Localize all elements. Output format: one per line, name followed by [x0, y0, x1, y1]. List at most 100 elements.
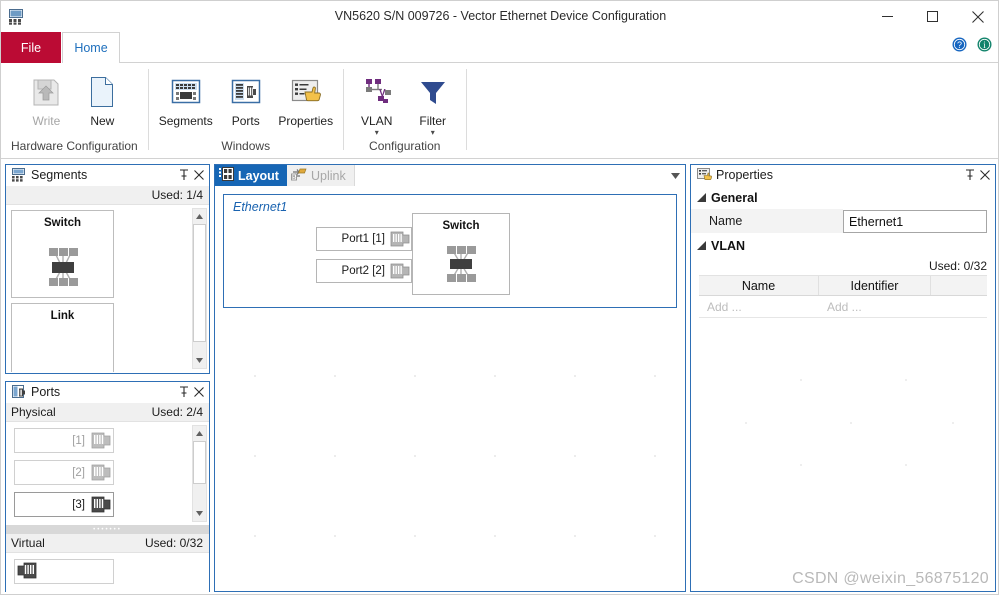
ports-button[interactable]: Ports	[219, 69, 273, 128]
ports-scroll-down-button[interactable]	[193, 506, 206, 521]
info-icon[interactable]: i	[977, 37, 992, 57]
properties-close-button[interactable]	[977, 167, 992, 183]
ports-close-button[interactable]	[191, 384, 206, 400]
ribbon-body: Write New Hardware Configuration Segment…	[1, 63, 998, 159]
vlan-dropdown-caret[interactable]: ▾	[375, 129, 379, 137]
ports-physical-header: Physical Used: 2/4	[6, 403, 209, 422]
ribbon-group-configuration: V VLAN ▾ Filter ▾ Configuration	[344, 63, 466, 158]
tab-layout[interactable]: Layout	[215, 165, 287, 186]
uplink-icon: B	[290, 167, 307, 184]
segments-icon	[170, 72, 202, 112]
segments-panel: Segments Used: 1/4 Switch Link	[5, 164, 210, 374]
segments-icon	[11, 168, 28, 183]
port-item-label: [3]	[72, 498, 85, 511]
port-item[interactable]: [3]	[14, 492, 114, 517]
layout-canvas[interactable]: Ethernet1 Port1 [1] Port2 [2] Switch	[215, 186, 685, 591]
vlan-column-name[interactable]: Name	[699, 276, 819, 295]
ports-scroll-thumb[interactable]	[193, 441, 206, 484]
layout-port-label: Port2 [2]	[341, 265, 385, 277]
port-item-label: [2]	[72, 466, 85, 479]
tab-uplink[interactable]: B Uplink	[286, 165, 355, 186]
maximize-button[interactable]	[910, 1, 955, 32]
segments-scroll-thumb[interactable]	[193, 224, 206, 342]
ports-icon	[230, 72, 262, 112]
write-save-icon	[31, 72, 61, 112]
segments-button[interactable]: Segments	[155, 69, 217, 128]
close-button[interactable]	[955, 1, 998, 32]
link-icon	[12, 370, 113, 372]
ports-icon	[11, 385, 28, 400]
layout-grid-icon	[219, 167, 234, 184]
ports-scrollbar[interactable]	[192, 425, 207, 522]
segments-list: Switch Link	[6, 205, 209, 372]
vlan-column-identifier[interactable]: Identifier	[819, 276, 931, 295]
layout-port-1[interactable]: Port1 [1]	[316, 227, 412, 251]
new-button[interactable]: New	[75, 69, 129, 128]
name-input[interactable]: Ethernet1	[843, 210, 987, 233]
ports-virtual-label: Virtual	[11, 536, 45, 550]
port-item[interactable]: [2]	[14, 460, 114, 485]
port-item[interactable]: [1]	[14, 428, 114, 453]
filter-button[interactable]: Filter ▾	[406, 69, 460, 137]
title-bar: VN5620 S/N 009726 - Vector Ethernet Devi…	[1, 1, 998, 32]
layout-switch-title: Switch	[442, 220, 480, 232]
layout-port-label: Port1 [1]	[341, 233, 385, 245]
window-title: VN5620 S/N 009726 - Vector Ethernet Devi…	[334, 9, 667, 23]
segments-used-label: Used: 1/4	[151, 188, 203, 202]
segment-template-link[interactable]: Link	[11, 303, 114, 372]
ports-scroll-track[interactable]	[193, 484, 206, 506]
tab-file-label: File	[20, 40, 42, 55]
ports-pin-button[interactable]	[176, 384, 191, 400]
segments-scroll-track[interactable]	[193, 342, 206, 353]
segments-close-button[interactable]	[191, 167, 206, 183]
expander-icon[interactable]	[697, 193, 711, 202]
ports-virtual-header: Virtual Used: 0/32	[6, 534, 209, 553]
properties-pin-button[interactable]	[962, 167, 977, 183]
vlan-add-identifier-cell[interactable]: Add ...	[819, 296, 931, 317]
ribbon-group-windows: Segments Ports Properties Windows	[149, 63, 343, 158]
switch-node-icon	[413, 241, 509, 287]
properties-group-general[interactable]: General	[691, 186, 995, 209]
ribbon-group-label-hardware: Hardware Configuration	[11, 139, 138, 153]
virtual-port-item[interactable]	[14, 559, 114, 584]
layout-switch-node[interactable]: Switch	[412, 213, 510, 295]
window-controls	[865, 1, 998, 32]
write-button[interactable]: Write	[19, 69, 73, 128]
vlan-table-header: Name Identifier	[699, 275, 987, 296]
ports-panel-title-bar: Ports	[6, 382, 209, 403]
properties-group-vlan[interactable]: VLAN	[691, 234, 995, 257]
layout-port-2[interactable]: Port2 [2]	[316, 259, 412, 283]
tab-file[interactable]: File	[1, 32, 61, 63]
tab-home[interactable]: Home	[62, 32, 120, 63]
segments-panel-title-bar: Segments	[6, 165, 209, 186]
properties-button[interactable]: Properties	[275, 69, 337, 128]
minimize-button[interactable]	[865, 1, 910, 32]
segments-scroll-up-button[interactable]	[193, 209, 206, 224]
segments-used-bar: Used: 1/4	[6, 186, 209, 205]
ports-scroll-up-button[interactable]	[193, 426, 206, 441]
properties-panel-title: Properties	[716, 168, 773, 182]
ports-splitter-handle[interactable]: •••••••	[6, 525, 209, 534]
tab-layout-label: Layout	[238, 168, 279, 183]
segments-pin-button[interactable]	[176, 167, 191, 183]
chevron-down-icon[interactable]	[665, 165, 685, 186]
help-icon[interactable]: ?	[952, 37, 967, 57]
segment-template-switch[interactable]: Switch	[11, 210, 114, 298]
expander-icon[interactable]	[697, 241, 711, 250]
ports-virtual-list	[6, 553, 209, 594]
properties-icon	[290, 72, 322, 112]
segments-scrollbar[interactable]	[192, 208, 207, 369]
vlan-button[interactable]: V VLAN ▾	[350, 69, 404, 137]
segments-scroll-down-button[interactable]	[193, 353, 206, 368]
segments-label: Segments	[158, 114, 213, 128]
filter-dropdown-caret[interactable]: ▾	[431, 129, 435, 137]
vlan-add-row[interactable]: Add ... Add ...	[699, 296, 987, 318]
vlan-icon: V	[362, 72, 392, 112]
layout-panel: Layout B Uplink Ethernet1 Port1 [1] Port…	[214, 164, 686, 592]
segment-ethernet1[interactable]: Ethernet1 Port1 [1] Port2 [2] Switch	[223, 194, 677, 308]
vlan-used-label: Used: 0/32	[691, 257, 995, 275]
properties-panel-title-bar: Properties	[691, 165, 995, 186]
vlan-add-name-cell[interactable]: Add ...	[699, 296, 819, 317]
rj45-jack-icon	[90, 429, 113, 452]
segment-template-title: Switch	[43, 217, 82, 229]
